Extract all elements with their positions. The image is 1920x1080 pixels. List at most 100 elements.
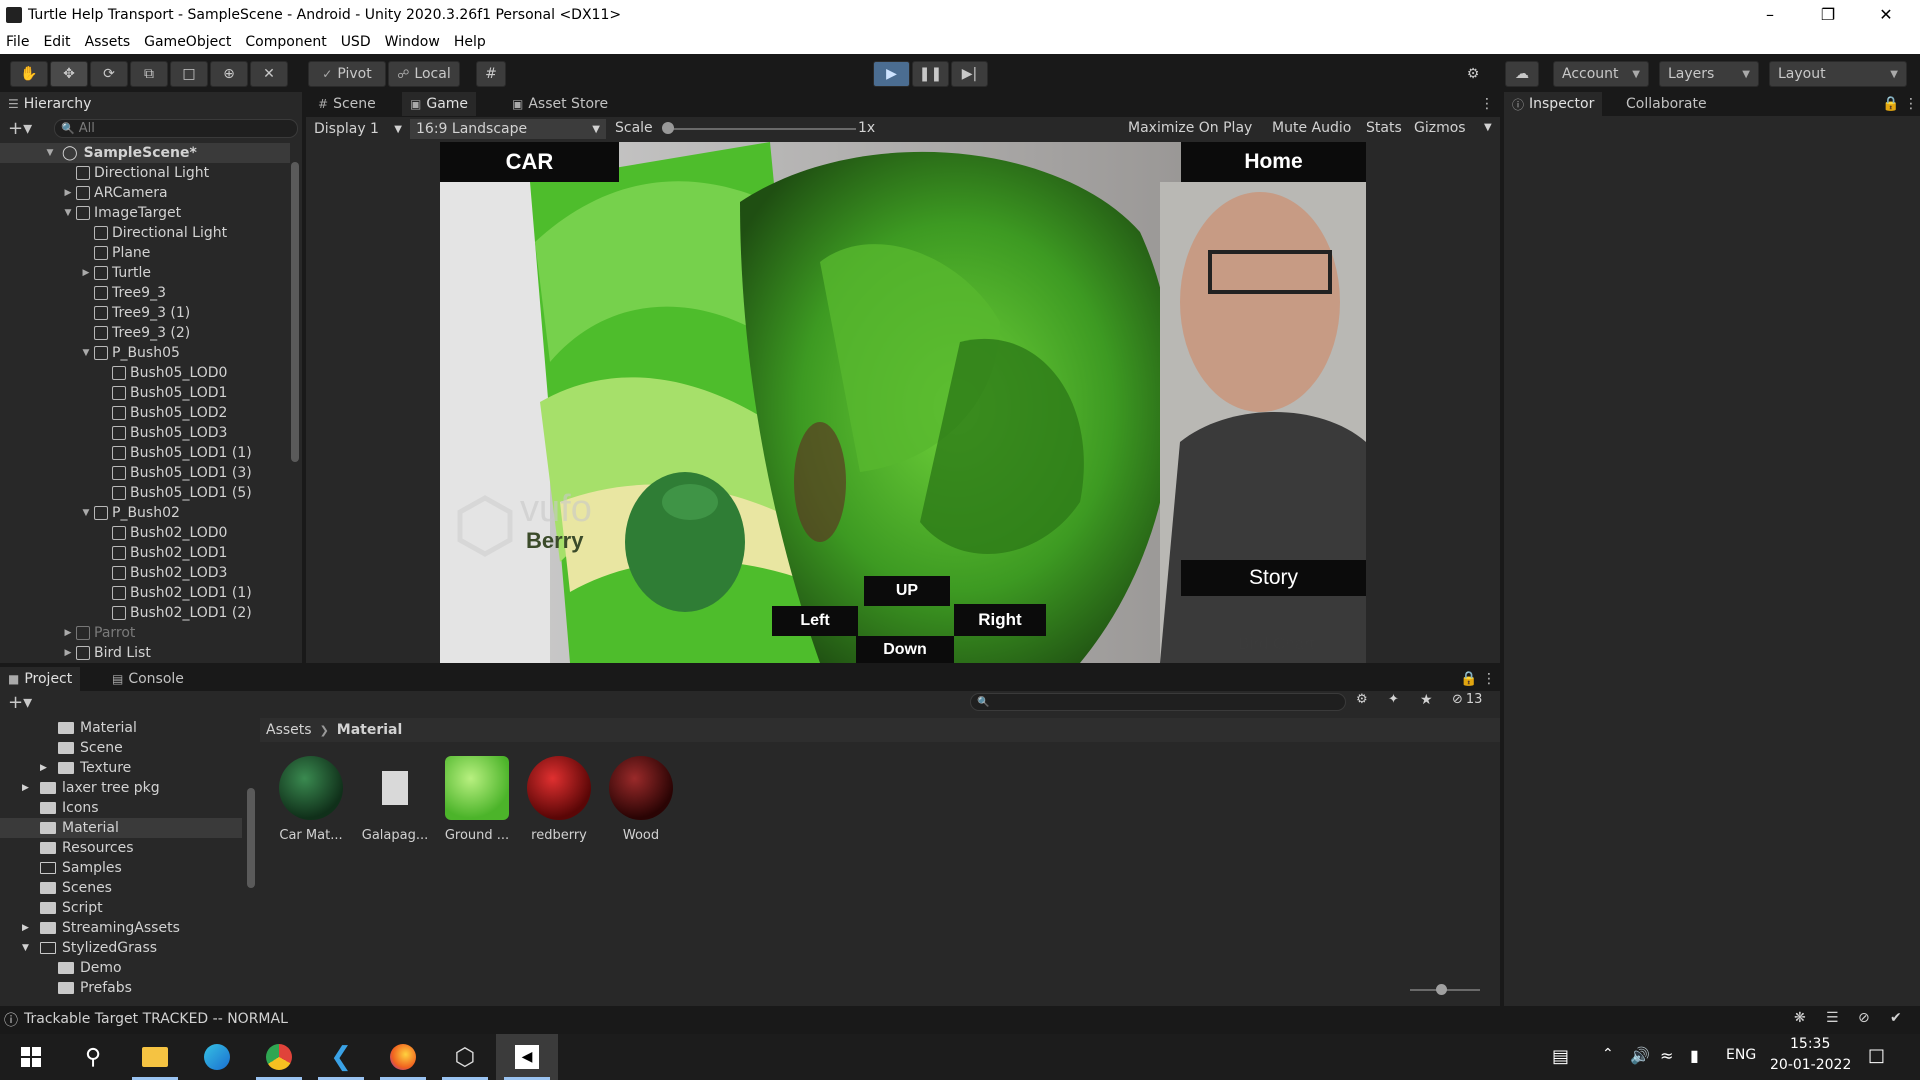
- filter-by-label-icon[interactable]: ✦: [1388, 692, 1399, 707]
- asset-redberry[interactable]: redberry: [524, 756, 594, 843]
- hierarchy-item[interactable]: Bush02_LOD3: [0, 563, 290, 583]
- folder-item[interactable]: Prefabs: [58, 978, 132, 998]
- home-button[interactable]: Home: [1181, 142, 1366, 182]
- lock-icon[interactable]: 🔒: [1874, 92, 1899, 116]
- pivot-toggle[interactable]: ✓ Pivot: [308, 61, 386, 87]
- lock-icon[interactable]: 🔒: [1452, 667, 1477, 691]
- hierarchy-item[interactable]: Bush05_LOD1: [0, 383, 290, 403]
- folder-item[interactable]: Script: [40, 898, 103, 918]
- chrome-browser-icon[interactable]: [248, 1034, 310, 1080]
- hierarchy-item[interactable]: ▶ Bird List: [0, 643, 290, 663]
- folder-item[interactable]: ▶ Texture: [40, 758, 131, 778]
- tray-chevron-up-icon[interactable]: ⌃: [1602, 1046, 1614, 1062]
- menu-edit[interactable]: Edit: [43, 34, 70, 50]
- hierarchy-item[interactable]: Tree9_3 (2): [0, 323, 290, 343]
- battery-icon[interactable]: ▮: [1690, 1046, 1699, 1065]
- hierarchy-item[interactable]: ▶ ARCamera: [0, 183, 290, 203]
- fold-closed-icon[interactable]: ▶: [40, 763, 58, 773]
- layout-dropdown[interactable]: Layout ▼: [1769, 61, 1907, 87]
- favorites-star-icon[interactable]: ★: [1420, 692, 1433, 708]
- create-asset-button[interactable]: +▾: [8, 692, 32, 713]
- status-message[interactable]: Trackable Target TRACKED -- NORMAL: [24, 1011, 288, 1027]
- fold-closed-icon[interactable]: ▶: [22, 923, 40, 933]
- hierarchy-scrollbar[interactable]: [291, 162, 299, 462]
- menu-help[interactable]: Help: [454, 34, 486, 50]
- hierarchy-item[interactable]: Bush05_LOD1 (3): [0, 463, 290, 483]
- hierarchy-item[interactable]: ▼ P_Bush02: [0, 503, 290, 523]
- scale-slider-handle[interactable]: [662, 122, 674, 134]
- folder-item[interactable]: ▶ StreamingAssets: [22, 918, 180, 938]
- unity-editor-icon[interactable]: ◀: [496, 1034, 558, 1080]
- folder-item[interactable]: Scenes: [40, 878, 112, 898]
- asset-ground[interactable]: Ground ...: [442, 756, 512, 843]
- hierarchy-item[interactable]: Bush05_LOD1 (5): [0, 483, 290, 503]
- check-icon[interactable]: ✔: [1890, 1010, 1902, 1026]
- menu-file[interactable]: File: [6, 34, 29, 50]
- folder-item[interactable]: ▼ StylizedGrass: [22, 938, 157, 958]
- minimize-icon[interactable]: –: [1741, 0, 1799, 29]
- tab-collaborate[interactable]: Collaborate: [1618, 92, 1715, 116]
- asset-galapagos[interactable]: Galapag...: [360, 756, 430, 843]
- folder-item[interactable]: Icons: [40, 798, 99, 818]
- windows-start-icon[interactable]: [0, 1034, 62, 1080]
- hierarchy-item[interactable]: Bush02_LOD1 (1): [0, 583, 290, 603]
- up-button[interactable]: UP: [864, 576, 950, 606]
- local-toggle[interactable]: ☍ Local: [388, 61, 460, 87]
- rect-tool-icon[interactable]: □: [170, 61, 208, 87]
- hierarchy-item[interactable]: Bush05_LOD0: [0, 363, 290, 383]
- icon-size-slider-handle[interactable]: [1436, 984, 1447, 995]
- tab-project[interactable]: ■ Project: [0, 667, 81, 691]
- more-options-icon[interactable]: ⋮: [1896, 92, 1918, 116]
- hand-tool-icon[interactable]: ✋: [10, 61, 48, 87]
- stats-toggle[interactable]: Stats: [1366, 120, 1402, 136]
- fold-open-icon[interactable]: ▼: [62, 208, 74, 218]
- hierarchy-item[interactable]: Directional Light: [0, 223, 290, 243]
- tab-console[interactable]: ▤ Console: [104, 667, 192, 691]
- cloud-icon[interactable]: ☁: [1505, 61, 1539, 87]
- story-button[interactable]: Story: [1181, 560, 1366, 596]
- breadcrumb-material[interactable]: Material: [337, 722, 403, 738]
- hierarchy-item[interactable]: Bush02_LOD0: [0, 523, 290, 543]
- network-icon[interactable]: ⊘: [1858, 1010, 1870, 1026]
- scale-tool-icon[interactable]: ⧉: [130, 61, 168, 87]
- asset-wood[interactable]: Wood: [606, 756, 676, 843]
- hierarchy-item[interactable]: Plane: [0, 243, 290, 263]
- gizmos-chevron-icon[interactable]: ▼: [1484, 122, 1492, 133]
- asset-car-material[interactable]: Car Mat...: [276, 756, 346, 843]
- hierarchy-item[interactable]: Bush05_LOD2: [0, 403, 290, 423]
- folder-item[interactable]: Resources: [40, 838, 134, 858]
- fold-closed-icon[interactable]: ▶: [62, 628, 74, 638]
- filter-by-type-icon[interactable]: ⚙: [1356, 692, 1368, 707]
- transform-tool-icon[interactable]: ⊕: [210, 61, 248, 87]
- project-tree-scrollbar[interactable]: [246, 718, 256, 1000]
- account-dropdown[interactable]: Account ▼: [1553, 61, 1649, 87]
- menu-component[interactable]: Component: [245, 34, 326, 50]
- fold-open-icon[interactable]: ▼: [22, 943, 40, 953]
- close-icon[interactable]: ✕: [1857, 0, 1915, 29]
- wifi-icon[interactable]: ≈: [1660, 1046, 1673, 1065]
- custom-tool-icon[interactable]: ✕: [250, 61, 288, 87]
- hierarchy-item[interactable]: ▼ ImageTarget: [0, 203, 290, 223]
- hierarchy-item[interactable]: Bush05_LOD3: [0, 423, 290, 443]
- folder-item[interactable]: ▶ laxer tree pkg: [22, 778, 160, 798]
- tab-inspector[interactable]: ⓘ Inspector: [1504, 92, 1603, 116]
- fold-closed-icon[interactable]: ▶: [62, 188, 74, 198]
- step-button[interactable]: ▶|: [951, 61, 988, 87]
- down-button[interactable]: Down: [856, 636, 954, 663]
- folder-item[interactable]: Material: [58, 718, 137, 738]
- scale-slider[interactable]: [666, 128, 856, 130]
- fold-closed-icon[interactable]: ▶: [80, 268, 92, 278]
- fold-open-icon[interactable]: ▼: [80, 508, 92, 518]
- menu-usd[interactable]: USD: [341, 34, 371, 50]
- firefox-icon[interactable]: [372, 1034, 434, 1080]
- fold-closed-icon[interactable]: ▶: [62, 648, 74, 658]
- maximize-on-play-toggle[interactable]: Maximize On Play: [1128, 120, 1252, 136]
- aspect-dropdown[interactable]: 16:9 Landscape ▼: [410, 119, 606, 139]
- breadcrumb-assets[interactable]: Assets: [266, 722, 312, 738]
- project-search-input[interactable]: 🔍: [970, 693, 1346, 711]
- news-widget-icon[interactable]: ▤: [1552, 1046, 1569, 1067]
- mute-audio-toggle[interactable]: Mute Audio: [1272, 120, 1351, 136]
- hidden-packages-toggle[interactable]: ⊘ 13: [1452, 692, 1482, 707]
- language-indicator[interactable]: ENG: [1726, 1047, 1756, 1063]
- move-tool-icon[interactable]: ✥: [50, 61, 88, 87]
